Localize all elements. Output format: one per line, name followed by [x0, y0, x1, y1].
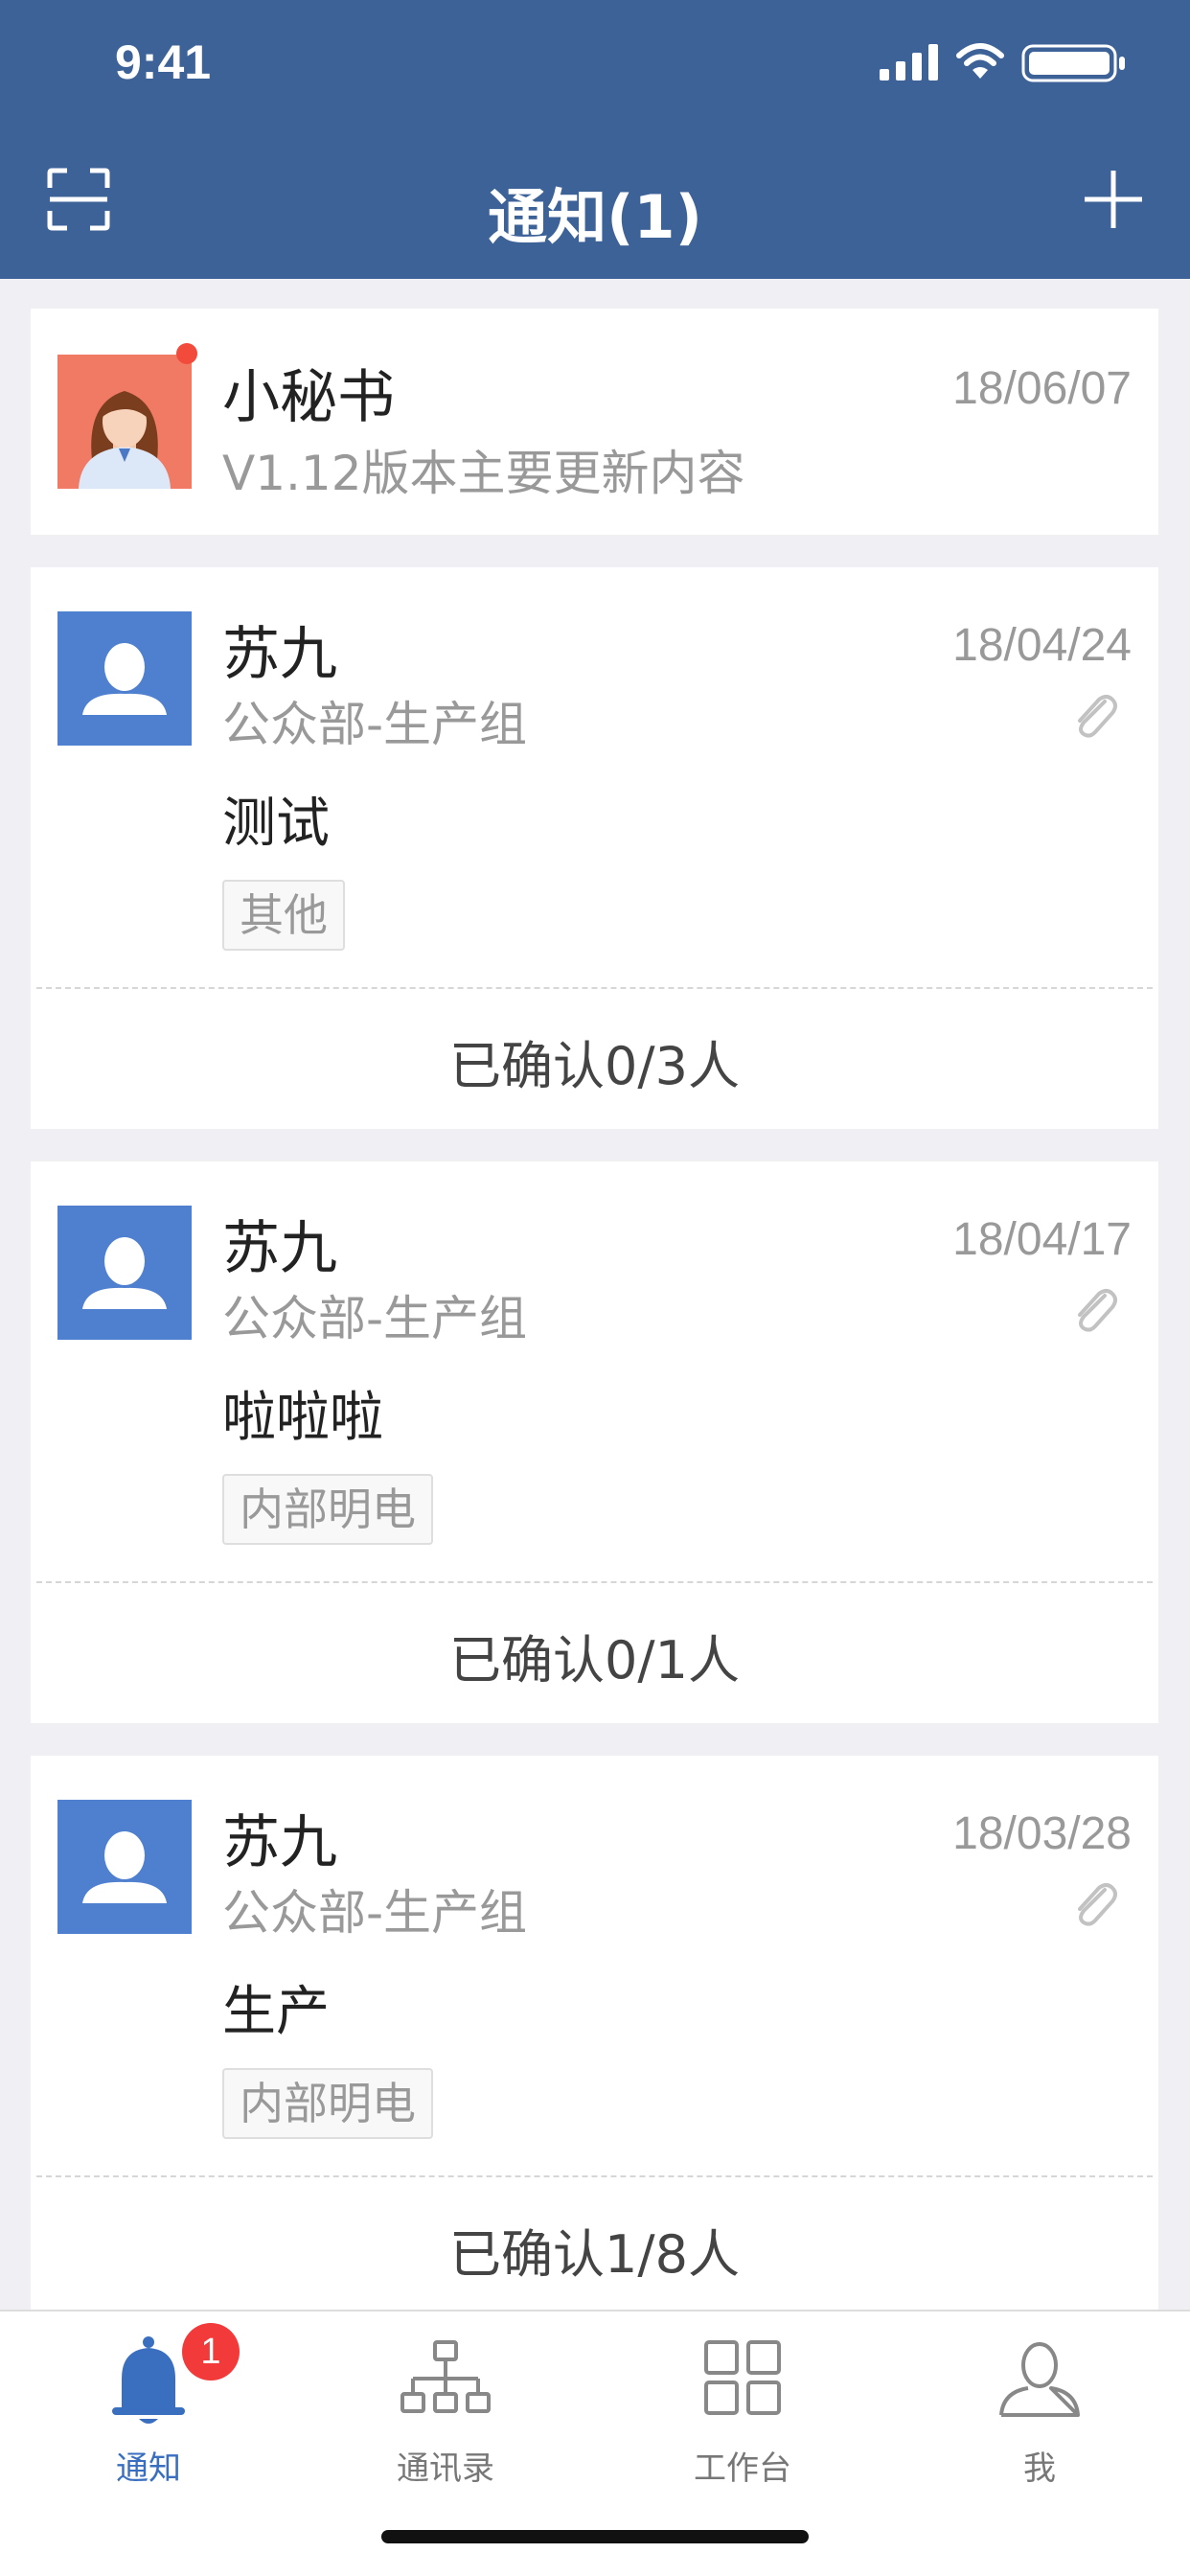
- notice-title: 啦啦啦: [222, 1387, 383, 1449]
- default-avatar-icon: [57, 1800, 192, 1934]
- attachment-icon: [1078, 1883, 1117, 1926]
- battery-icon: [1021, 44, 1125, 82]
- attachment-icon: [1078, 1289, 1117, 1332]
- default-avatar-icon: [57, 611, 192, 746]
- notice-card[interactable]: 苏九 18/03/28 公众部-生产组 生产 内部明电 已确认1/8人: [31, 1756, 1158, 2310]
- tab-label: 通知: [116, 2450, 181, 2488]
- secretary-name: 小秘书: [222, 364, 395, 431]
- sender-department: 公众部-生产组: [222, 1885, 528, 1941]
- confirm-status[interactable]: 已确认1/8人: [31, 2212, 1158, 2288]
- signal-icon: [880, 44, 938, 80]
- notice-tag: 内部明电: [222, 2068, 433, 2139]
- sender-name: 苏九: [222, 621, 337, 688]
- sender-name: 苏九: [222, 1809, 337, 1876]
- notice-date: 18/03/28: [952, 1808, 1132, 1859]
- attachment-icon: [1078, 695, 1117, 738]
- secretary-card[interactable]: 小秘书 18/06/07 V1.12版本主要更新内容: [31, 309, 1158, 535]
- notification-badge: 1: [182, 2323, 240, 2380]
- secretary-subtitle: V1.12版本主要更新内容: [222, 446, 745, 501]
- add-icon[interactable]: [1083, 169, 1144, 230]
- status-time: 9:41: [115, 35, 212, 89]
- notice-card[interactable]: 苏九 18/04/17 公众部-生产组 啦啦啦 内部明电 已确认0/1人: [31, 1162, 1158, 1723]
- notice-card[interactable]: 苏九 18/04/24 公众部-生产组 测试 其他 已确认0/3人: [31, 567, 1158, 1129]
- card-divider: [36, 987, 1153, 989]
- tab-label: 通讯录: [397, 2450, 494, 2488]
- org-chart-icon: [400, 2340, 491, 2413]
- confirm-status[interactable]: 已确认0/1人: [31, 1618, 1158, 1693]
- sender-department: 公众部-生产组: [222, 697, 528, 752]
- tab-label: 工作台: [694, 2450, 791, 2488]
- sender-name: 苏九: [222, 1215, 337, 1282]
- notice-date: 18/04/24: [952, 620, 1132, 671]
- notice-tag: 内部明电: [222, 1474, 433, 1545]
- confirm-status[interactable]: 已确认0/3人: [31, 1024, 1158, 1099]
- sender-department: 公众部-生产组: [222, 1291, 528, 1346]
- unread-dot: [176, 343, 197, 364]
- wifi-icon: [956, 43, 1004, 79]
- person-icon: [999, 2342, 1080, 2417]
- tab-me[interactable]: 我: [891, 2312, 1188, 2503]
- grid-icon: [704, 2340, 781, 2415]
- notice-tag: 其他: [222, 880, 345, 951]
- card-divider: [36, 1581, 1153, 1583]
- home-indicator: [381, 2530, 809, 2543]
- tab-workbench[interactable]: 工作台: [594, 2312, 891, 2503]
- notice-date: 18/04/17: [952, 1214, 1132, 1265]
- secretary-avatar: [57, 355, 192, 489]
- secretary-date: 18/06/07: [952, 363, 1132, 414]
- default-avatar-icon: [57, 1206, 192, 1340]
- card-divider: [36, 2175, 1153, 2177]
- tab-label: 我: [1023, 2450, 1056, 2488]
- tab-contacts[interactable]: 通讯录: [297, 2312, 594, 2503]
- notice-title: 测试: [222, 793, 330, 855]
- tab-notifications[interactable]: 1 通知: [0, 2312, 297, 2503]
- header-bar: 9:41 通知(1): [0, 0, 1190, 279]
- page-title: 通知(1): [488, 182, 702, 252]
- notice-title: 生产: [222, 1981, 330, 2043]
